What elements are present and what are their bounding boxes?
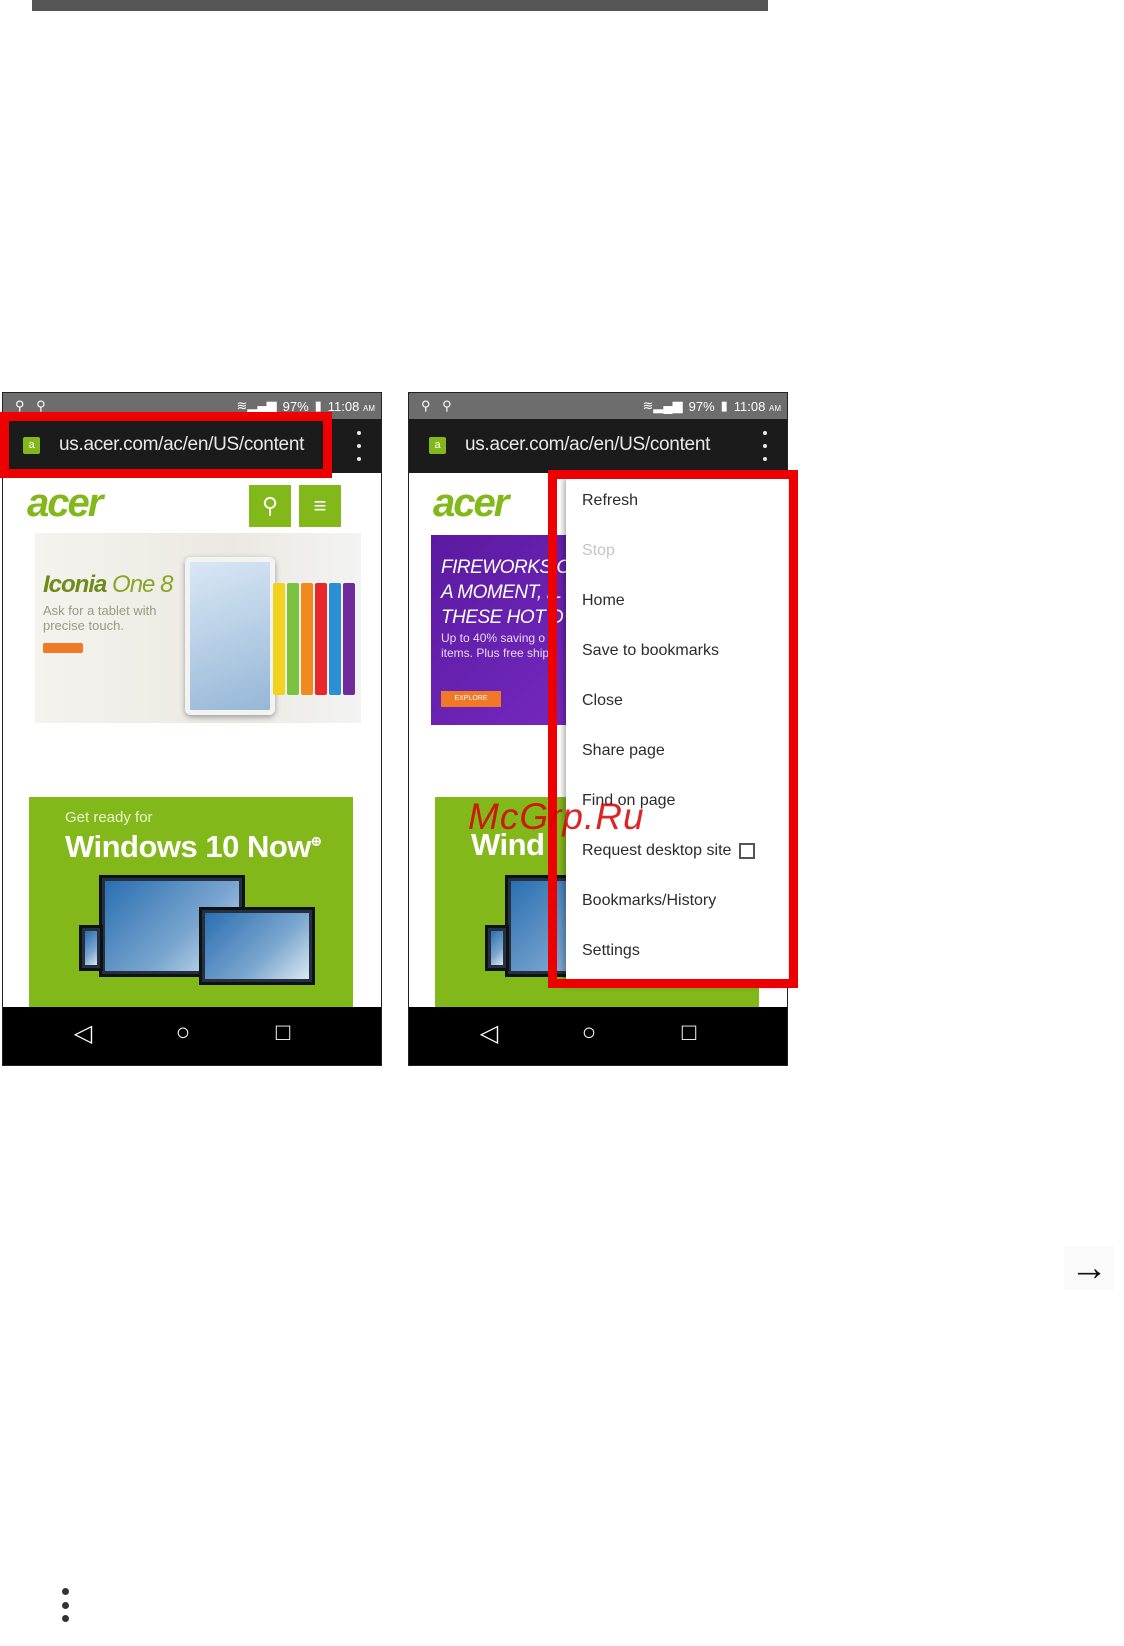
watermark: McGrp.Ru: [468, 796, 645, 837]
phone-image: [485, 925, 509, 971]
color-stripe: [343, 583, 355, 695]
color-stripe: [329, 583, 341, 695]
windows10-kicker: Get ready for: [65, 809, 153, 826]
home-icon[interactable]: ○: [569, 1019, 609, 1047]
signal-icon: ≋▂▄▆: [642, 398, 683, 413]
color-stripe: [273, 583, 285, 695]
tablet-image: [185, 557, 275, 715]
hamburger-menu-icon[interactable]: ≡: [299, 485, 341, 527]
highlight-box-menu: [548, 470, 798, 988]
favicon-icon: a: [429, 437, 446, 454]
acer-logo[interactable]: acer: [433, 481, 509, 526]
windows10-banner[interactable]: Get ready for Windows 10 Now⊕: [29, 797, 353, 1007]
clock: 11:08 AM: [733, 398, 781, 414]
iconia-subtitle: Ask for a tablet with precise touch.: [43, 603, 157, 633]
web-content: acer ⚲ ≡ Iconia One 8 Ask for a tablet w…: [3, 473, 381, 1007]
top-rule: [32, 0, 768, 11]
android-nav-bar: ◁ ○ □: [409, 1007, 787, 1065]
browser-menu-icon[interactable]: [761, 431, 769, 461]
notification-icons: ⚲ ⚲: [421, 398, 456, 413]
iconia-cta-button[interactable]: [43, 643, 83, 653]
promo-subtext: Up to 40% saving o items. Plus free ship: [441, 631, 550, 660]
highlight-box-address-bar: [0, 412, 332, 478]
color-stripe: [315, 583, 327, 695]
battery-icon: ▮: [720, 398, 728, 413]
phone-image: [79, 925, 103, 971]
status-bar: ⚲ ⚲ ≋▂▄▆ 97% ▮ 11:08 AM: [409, 393, 787, 419]
iconia-title: Iconia One 8: [43, 571, 173, 598]
recents-icon[interactable]: □: [263, 1019, 303, 1047]
recents-icon[interactable]: □: [669, 1019, 709, 1047]
laptop-image: [199, 907, 315, 985]
windows10-headline: Windows 10 Now⊕: [65, 829, 322, 864]
home-icon[interactable]: ○: [163, 1019, 203, 1047]
back-icon[interactable]: ◁: [469, 1019, 509, 1048]
clock: 11:08 AM: [327, 398, 375, 414]
url-text[interactable]: us.acer.com/ac/en/US/content: [465, 434, 710, 456]
color-stripe: [287, 583, 299, 695]
back-icon[interactable]: ◁: [63, 1019, 103, 1048]
acer-logo[interactable]: acer: [27, 481, 103, 526]
iconia-banner[interactable]: Iconia One 8 Ask for a tablet with preci…: [35, 533, 361, 723]
promo-explore-button[interactable]: EXPLORE: [441, 691, 501, 707]
color-stripe: [301, 583, 313, 695]
address-bar[interactable]: a us.acer.com/ac/en/US/content: [409, 419, 787, 473]
android-nav-bar: ◁ ○ □: [3, 1007, 381, 1065]
phone-screenshot-left: ⚲ ⚲ ≋▂▄▆ 97% ▮ 11:08 AM a us.acer.com/ac…: [2, 392, 382, 1066]
browser-menu-icon[interactable]: [355, 431, 363, 461]
kebab-menu-icon: [60, 1588, 70, 1622]
battery-percent: 97%: [688, 398, 715, 414]
arrow-right-icon: →: [1064, 1246, 1114, 1290]
search-icon[interactable]: ⚲: [249, 485, 291, 527]
